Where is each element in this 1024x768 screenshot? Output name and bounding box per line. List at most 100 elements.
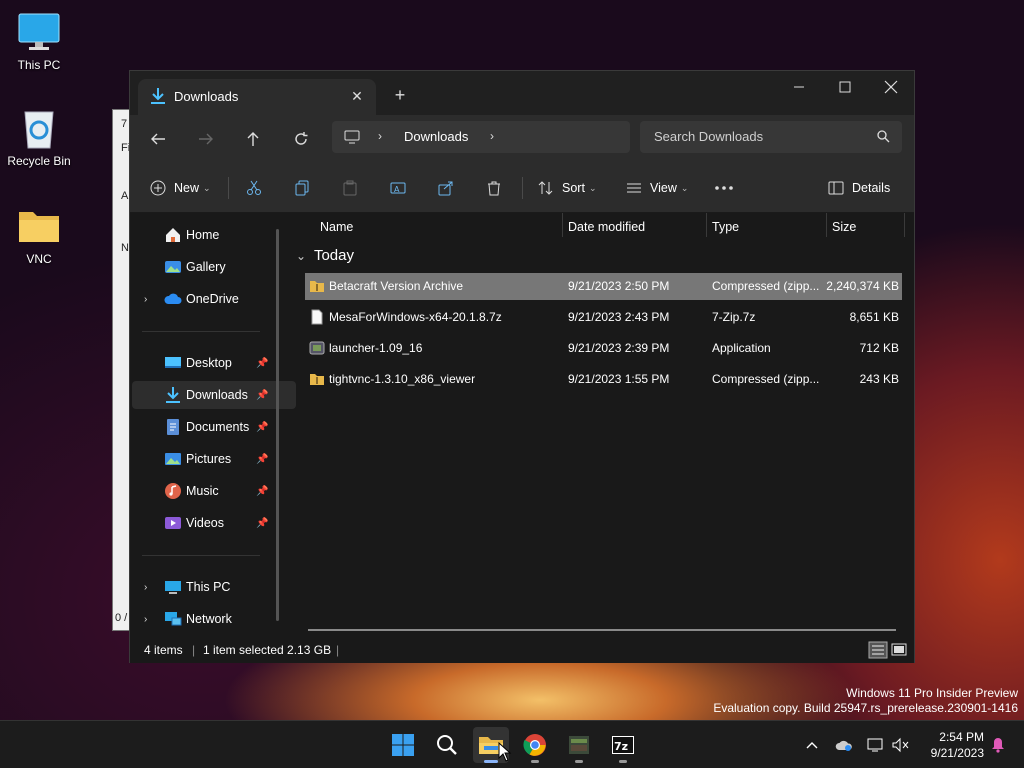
- taskbar-chrome[interactable]: [517, 727, 553, 763]
- horizontal-scrollbar[interactable]: [308, 629, 896, 631]
- copy-button[interactable]: [294, 172, 310, 204]
- taskbar-betacraft[interactable]: [561, 727, 597, 763]
- file-size: 8,651 KB: [849, 310, 899, 324]
- sidebar-item-videos[interactable]: Videos 📌: [132, 509, 296, 537]
- breadcrumb-downloads[interactable]: Downloads: [404, 129, 468, 144]
- search-box[interactable]: Search Downloads: [640, 121, 902, 153]
- sidebar-item-downloads[interactable]: Downloads 📌: [132, 381, 296, 409]
- command-bar: New ⌄ A Sort ⌄ View ⌄ Details: [130, 163, 914, 213]
- pin-icon[interactable]: 📌: [256, 454, 268, 465]
- clock[interactable]: 2:54 PM 9/21/2023: [931, 729, 984, 761]
- close-window-button[interactable]: [868, 71, 914, 103]
- pin-icon[interactable]: 📌: [256, 486, 268, 497]
- file-date: 9/21/2023 2:43 PM: [568, 310, 670, 324]
- column-header-size[interactable]: Size: [832, 213, 856, 241]
- desktop-icon-vnc[interactable]: VNC: [2, 204, 76, 266]
- search-icon[interactable]: [877, 130, 890, 146]
- minimize-button[interactable]: [776, 71, 822, 103]
- share-button[interactable]: [438, 172, 454, 204]
- app-icon: [309, 340, 325, 356]
- sidebar-item-label: This PC: [186, 580, 231, 594]
- search-button[interactable]: [429, 727, 465, 763]
- tab-downloads[interactable]: Downloads ✕: [138, 79, 376, 115]
- sidebar-item-onedrive[interactable]: › OneDrive: [132, 285, 296, 313]
- sidebar-item-this-pc[interactable]: › This PC: [132, 573, 296, 601]
- divider: [522, 177, 523, 199]
- refresh-button[interactable]: [285, 123, 317, 155]
- pin-icon[interactable]: 📌: [256, 422, 268, 433]
- sidebar-item-label: Home: [186, 228, 220, 242]
- chevron-down-icon: ⌄: [203, 182, 211, 193]
- details-pane-button[interactable]: Details: [828, 172, 890, 204]
- gallery-icon: [164, 258, 182, 276]
- forward-button[interactable]: [190, 123, 222, 155]
- details-view-button[interactable]: [868, 641, 888, 662]
- maximize-button[interactable]: [822, 71, 868, 103]
- sidebar-item-home[interactable]: Home: [132, 221, 296, 249]
- sidebar-scrollbar[interactable]: [276, 229, 279, 621]
- up-button[interactable]: [237, 123, 269, 155]
- view-button[interactable]: View ⌄: [626, 172, 688, 204]
- sidebar-item-network[interactable]: › Network: [132, 605, 296, 633]
- file-row[interactable]: launcher-1.09_16 9/21/2023 2:39 PM Appli…: [305, 335, 902, 362]
- paste-button[interactable]: [342, 172, 358, 204]
- onedrive-tray-button[interactable]: [828, 727, 860, 763]
- zip-folder-icon: [309, 371, 325, 387]
- chevron-right-icon[interactable]: ›: [144, 582, 147, 593]
- file-type: Compressed (zipp...: [712, 279, 820, 293]
- file-type: Compressed (zipp...: [712, 372, 820, 386]
- sidebar-item-desktop[interactable]: Desktop 📌: [132, 349, 296, 377]
- desktop-icon-recycle-bin[interactable]: Recycle Bin: [2, 106, 76, 168]
- speaker-muted-icon: [892, 737, 909, 753]
- chevron-right-icon[interactable]: ›: [490, 129, 494, 143]
- taskbar-7zip[interactable]: 7z: [605, 727, 641, 763]
- chevron-right-icon[interactable]: ›: [144, 614, 147, 625]
- group-label: Today: [313, 247, 354, 264]
- show-hidden-icons-button[interactable]: [796, 727, 828, 763]
- file-row[interactable]: tightvnc-1.3.10_x86_viewer 9/21/2023 1:5…: [305, 366, 902, 393]
- background-window-text: 0 /: [115, 612, 128, 624]
- volume-tray-button[interactable]: [884, 727, 916, 763]
- column-divider[interactable]: [706, 213, 707, 237]
- search-input[interactable]: Search Downloads: [654, 129, 763, 144]
- column-divider[interactable]: [904, 213, 905, 237]
- download-icon: [150, 87, 166, 105]
- sidebar-item-gallery[interactable]: Gallery: [132, 253, 296, 281]
- download-icon: [164, 386, 182, 404]
- more-options-button[interactable]: [714, 172, 734, 204]
- start-button[interactable]: [385, 727, 421, 763]
- column-header-name[interactable]: Name: [320, 213, 353, 241]
- new-button[interactable]: New ⌄: [150, 172, 211, 204]
- desktop-icon-this-pc[interactable]: This PC: [2, 10, 76, 72]
- 7zip-icon: 7z: [612, 736, 634, 754]
- chevron-right-icon[interactable]: ›: [144, 294, 147, 305]
- file-row[interactable]: MesaForWindows-x64-20.1.8.7z 9/21/2023 2…: [305, 304, 902, 331]
- item-count: 4 items: [144, 643, 183, 657]
- sort-button[interactable]: Sort ⌄: [538, 172, 596, 204]
- file-row[interactable]: Betacraft Version Archive 9/21/2023 2:50…: [305, 273, 902, 300]
- pin-icon[interactable]: 📌: [256, 358, 268, 369]
- sidebar-item-music[interactable]: Music 📌: [132, 477, 296, 505]
- close-tab-icon[interactable]: ✕: [346, 85, 368, 107]
- tiles-view-button[interactable]: [890, 641, 908, 662]
- back-button[interactable]: [142, 123, 174, 155]
- sidebar-item-pictures[interactable]: Pictures 📌: [132, 445, 296, 473]
- sidebar-item-label: Music: [186, 484, 219, 498]
- delete-button[interactable]: [486, 172, 502, 204]
- notifications-button[interactable]: [984, 727, 1012, 763]
- column-divider[interactable]: [826, 213, 827, 237]
- clock-time: 2:54 PM: [939, 730, 984, 744]
- sidebar-item-label: Downloads: [186, 388, 248, 402]
- new-tab-button[interactable]: +: [388, 83, 412, 107]
- cut-button[interactable]: [246, 172, 262, 204]
- rename-button[interactable]: A: [390, 172, 406, 204]
- column-header-date[interactable]: Date modified: [568, 213, 645, 241]
- address-bar[interactable]: › Downloads ›: [332, 121, 630, 153]
- pin-icon[interactable]: 📌: [256, 390, 268, 401]
- column-header-type[interactable]: Type: [712, 213, 739, 241]
- pin-icon[interactable]: 📌: [256, 518, 268, 529]
- sidebar-item-documents[interactable]: Documents 📌: [132, 413, 296, 441]
- column-divider[interactable]: [562, 213, 563, 237]
- tiles-view-icon: [891, 643, 907, 656]
- group-header-today[interactable]: ⌄ Today: [296, 247, 354, 264]
